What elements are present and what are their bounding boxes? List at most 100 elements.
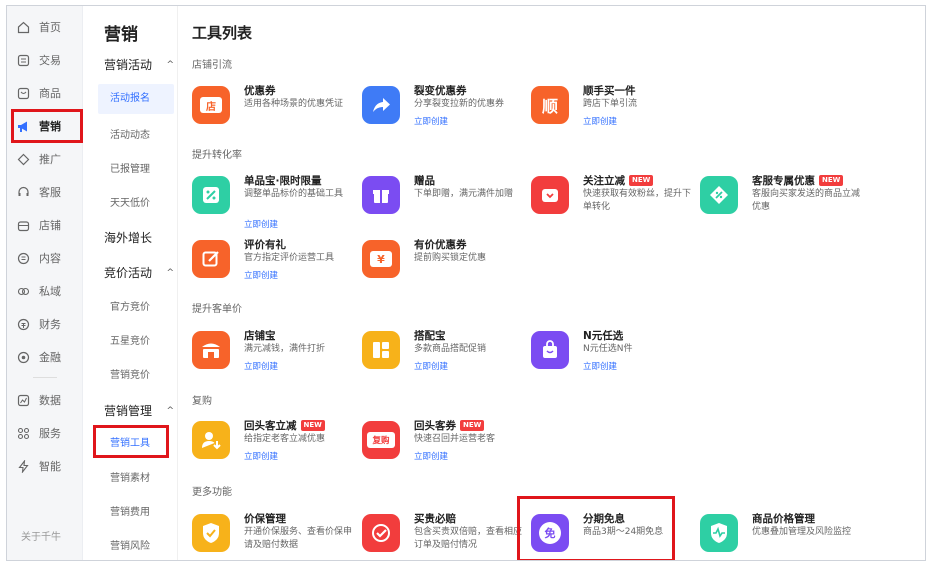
subnav-group-marketing-manage[interactable]: 营销管理 ^ (104, 402, 174, 419)
subnav-group-bidding[interactable]: 竞价活动 ^ (104, 264, 174, 281)
section-title: 提升客单价 (192, 304, 242, 315)
shun-icon: 顺 (531, 86, 569, 124)
section-title: 更多功能 (192, 487, 232, 498)
gift-icon (362, 176, 400, 214)
tool-name: 有价优惠券 (414, 239, 467, 251)
chevron-up-icon[interactable]: ^ (166, 406, 174, 416)
subnav-item-marketing-cost[interactable]: 营销费用 (110, 503, 150, 518)
subnav-item-five-star-bid[interactable]: 五星竞价 (110, 332, 150, 347)
nav-item-store[interactable]: 店铺 (17, 214, 77, 236)
tool-buy-one-more[interactable]: 顺 顺手买一件 跨店下单引流 立即创建 (531, 83, 696, 133)
subnav-item-marketing-material[interactable]: 营销素材 (110, 469, 150, 484)
tool-review-reward[interactable]: 评价有礼 官方指定评价运营工具 立即创建 (192, 237, 357, 287)
nav-item-smart[interactable]: 智能 (17, 455, 77, 477)
shop-treasure-icon (192, 331, 230, 369)
nav-item-promote[interactable]: 推广 (17, 148, 77, 170)
tool-shop-treasure[interactable]: 店铺宝 满元减钱，满件打折 立即创建 (192, 328, 357, 378)
new-badge: NEW (460, 420, 485, 431)
create-link[interactable]: 立即创建 (414, 115, 448, 127)
tool-desc: 给指定老客立减优惠 (244, 434, 326, 444)
create-link[interactable]: 立即创建 (583, 360, 617, 372)
nav-item-trade[interactable]: 交易 (17, 49, 77, 71)
nav-item-finance-account[interactable]: 财务 (17, 313, 77, 335)
product-icon (17, 87, 30, 100)
highlight-nav-marketing (11, 109, 83, 143)
marketing-subnav: 营销 营销活动 ^ 活动报名 活动动态 已报管理 天天低价 海外增长 竞价活动 ^ … (84, 6, 176, 560)
follow-coupon-icon (531, 176, 569, 214)
tool-paid-coupon[interactable]: ¥ 有价优惠券 提前购买锁定优惠 (362, 237, 527, 287)
bolt-icon (17, 459, 30, 473)
nav-item-data[interactable]: 数据 (17, 389, 77, 411)
tool-name: 回头客立减 NEW (244, 418, 325, 433)
create-link[interactable]: 立即创建 (244, 450, 278, 462)
new-badge: NEW (819, 175, 844, 186)
chevron-up-icon[interactable]: ^ (166, 268, 174, 278)
nav-item-home[interactable]: 首页 (17, 16, 77, 38)
tool-gift[interactable]: 赠品 下单即赠，满元满件加赠 (362, 173, 527, 223)
chart-icon (17, 394, 30, 407)
tool-returning-discount[interactable]: 回头客立减 NEW 给指定老客立减优惠 立即创建 (192, 418, 357, 468)
subnav-item-daily-low-price[interactable]: 天天低价 (110, 194, 150, 209)
tool-bundle[interactable]: 搭配宝 多款商品搭配促销 立即创建 (362, 328, 527, 378)
tool-overpay-compensation[interactable]: 买贵必赔 包含买贵双倍赔，查看相应订单及赔付情况 (362, 511, 527, 560)
create-link[interactable]: 立即创建 (414, 360, 448, 372)
about-link[interactable]: 关于千牛 (21, 528, 61, 543)
tool-coupon[interactable]: 店 优惠券 适用各种场景的优惠凭证 (192, 83, 357, 133)
subnav-group-marketing-activity[interactable]: 营销活动 ^ (104, 56, 174, 73)
tool-name: 赠品 (414, 175, 435, 187)
tool-name: 裂变优惠券 (414, 85, 467, 97)
tool-desc: 跨店下单引流 (583, 99, 638, 109)
nav-label: 私域 (39, 285, 61, 298)
tool-desc: 提前购买锁定优惠 (414, 253, 487, 263)
tool-name: 客服专属优惠 NEW (752, 173, 844, 188)
tool-price-protection[interactable]: 价保管理 开通价保服务、查看价保申请及赔付数据 (192, 511, 357, 560)
nav-item-product[interactable]: 商品 (17, 82, 77, 104)
price-shield-icon (192, 514, 230, 552)
content-icon (17, 252, 30, 265)
people-icon (17, 285, 30, 298)
nav-label: 内容 (39, 252, 61, 265)
subnav-item-marketing-bid[interactable]: 营销竞价 (110, 366, 150, 381)
create-link[interactable]: 立即创建 (244, 269, 278, 281)
tool-desc: 调整单品标价的基础工具 (244, 189, 344, 199)
nav-item-service[interactable]: 客服 (17, 181, 77, 203)
tool-desc: 官方指定评价运营工具 (244, 253, 335, 263)
tool-n-yuan-pick[interactable]: N元任选 N元任选N件 立即创建 (531, 328, 696, 378)
tool-returning-coupon[interactable]: 复购 回头客券 NEW 快速召回并运营老客 立即创建 (362, 418, 527, 468)
nav-item-content[interactable]: 内容 (17, 247, 77, 269)
tool-name: 评价有礼 (244, 239, 286, 251)
tool-desc: 快速召回并运营老客 (414, 434, 496, 444)
tool-list-panel: 工具列表 店铺引流 提升转化率 提升客单价 复购 更多功能 店 优惠券 适用各种… (177, 6, 925, 560)
create-link[interactable]: 立即创建 (244, 218, 278, 230)
create-link[interactable]: 立即创建 (414, 450, 448, 462)
store-icon (17, 219, 30, 232)
subnav-item-marketing-risk[interactable]: 营销风险 (110, 537, 150, 552)
subnav-item-official-bid[interactable]: 官方竞价 (110, 298, 150, 313)
subnav-item-activity-news[interactable]: 活动动态 (110, 126, 150, 141)
returning-customer-icon (192, 421, 230, 459)
tool-service-discount[interactable]: 客服专属优惠 NEW 客服向买家发送的商品立减优惠 (700, 173, 865, 223)
tool-name: 顺手买一件 (583, 85, 636, 97)
tool-follow-discount[interactable]: 关注立减 NEW 快速获取有效粉丝，提升下单转化 (531, 173, 696, 223)
tool-fission-coupon[interactable]: 裂变优惠券 分享裂变拉新的优惠券 立即创建 (362, 83, 527, 133)
subnav-item-activity-signup[interactable]: 活动报名 (98, 84, 174, 114)
nav-item-services[interactable]: 服务 (17, 422, 77, 444)
highlight-marketing-tools (93, 425, 169, 458)
tool-single-product[interactable]: 单品宝·限时限量 调整单品标价的基础工具 立即创建 (192, 173, 357, 230)
chevron-up-icon[interactable]: ^ (166, 60, 174, 70)
nav-label: 推广 (39, 153, 61, 166)
create-link[interactable]: 立即创建 (583, 115, 617, 127)
tool-desc: 分享裂变拉新的优惠券 (414, 99, 505, 109)
price-monitor-icon (700, 514, 738, 552)
subnav-group-overseas[interactable]: 海外增长 (104, 229, 174, 246)
promote-icon (17, 153, 30, 166)
tool-name: 价保管理 (244, 513, 286, 525)
create-link[interactable]: 立即创建 (244, 360, 278, 372)
nav-item-finance[interactable]: 金融 (17, 346, 77, 368)
tool-name: N元任选 (583, 330, 624, 342)
tool-desc: N元任选N件 (583, 344, 633, 354)
tool-price-management[interactable]: 商品价格管理 优惠叠加管理及风险监控 (700, 511, 865, 560)
subnav-item-registered[interactable]: 已报管理 (110, 160, 150, 175)
nav-item-private[interactable]: 私域 (17, 280, 77, 302)
bundle-icon (362, 331, 400, 369)
